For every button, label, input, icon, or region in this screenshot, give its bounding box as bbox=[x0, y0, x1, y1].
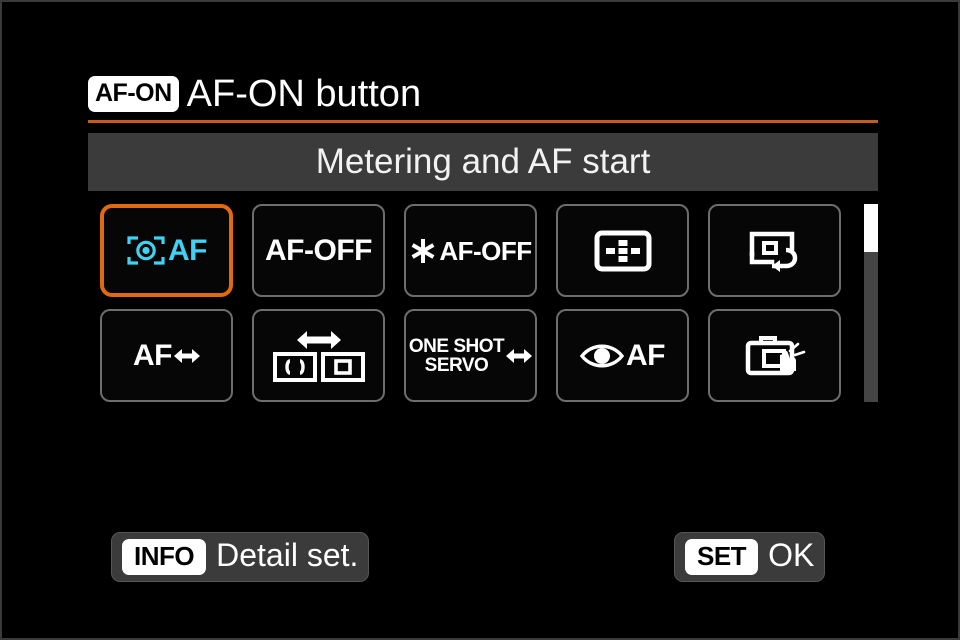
option-tile-af-off[interactable]: AF-OFF bbox=[252, 204, 385, 297]
camera-menu-screen: AF-ON AF-ON button Metering and AF start bbox=[0, 0, 960, 640]
function-option-grid: AF AF-OFF AF-OFF AF ONE SHOT SERVO AF bbox=[100, 204, 844, 402]
left-right-arrow-icon bbox=[506, 347, 533, 365]
page-header: AF-ON AF-ON button bbox=[88, 66, 878, 122]
metering-af-icon bbox=[126, 234, 166, 267]
option-tile-one-shot-servo-switching[interactable]: ONE SHOT SERVO bbox=[404, 309, 537, 402]
option-tile-touch-and-drag-af[interactable] bbox=[708, 309, 841, 402]
info-key-badge-icon: INFO bbox=[122, 539, 207, 575]
af-point-selection-icon bbox=[594, 230, 652, 272]
option-tile-af-area-switching[interactable] bbox=[252, 309, 385, 402]
option-tile-metering-and-af-start[interactable]: AF bbox=[100, 204, 233, 297]
option-tile-label: AF bbox=[133, 338, 173, 372]
option-tile-label: AF-OFF bbox=[265, 233, 372, 267]
detail-set-button[interactable]: INFO Detail set. bbox=[111, 532, 370, 582]
option-tile-direct-af-method-selection[interactable]: AF bbox=[100, 309, 233, 402]
registered-af-point-icon bbox=[746, 228, 804, 274]
option-tile-label: AF bbox=[168, 233, 208, 267]
set-ok-button[interactable]: SET OK bbox=[674, 532, 826, 582]
page-title: AF-ON button bbox=[186, 72, 422, 115]
selected-function-label: Metering and AF start bbox=[315, 142, 651, 181]
af-area-switch-icon bbox=[271, 328, 367, 384]
option-tile-af-point-selection[interactable] bbox=[556, 204, 689, 297]
options-scrollbar[interactable] bbox=[864, 204, 878, 402]
ae-lock-asterisk-icon bbox=[409, 236, 437, 266]
set-ok-label: OK bbox=[768, 537, 815, 573]
af-on-key-badge-icon: AF-ON bbox=[88, 76, 179, 112]
option-tile-label-line1: ONE SHOT bbox=[408, 335, 505, 357]
eye-af-icon bbox=[580, 341, 624, 371]
set-key-badge-icon: SET bbox=[685, 539, 759, 575]
option-tile-eye-detection-af[interactable]: AF bbox=[556, 309, 689, 402]
option-tile-label-line2: SERVO bbox=[424, 354, 489, 376]
camera-hand-icon bbox=[744, 331, 806, 381]
scrollbar-thumb[interactable] bbox=[864, 204, 878, 252]
left-right-arrow-icon bbox=[174, 347, 200, 365]
header-divider bbox=[88, 120, 878, 123]
option-tile-label: AF-OFF bbox=[439, 235, 532, 266]
option-tile-registered-af-point[interactable] bbox=[708, 204, 841, 297]
option-tile-label: AF bbox=[626, 338, 666, 372]
selected-function-bar: Metering and AF start bbox=[88, 133, 878, 191]
one-shot-servo-label-group: ONE SHOT SERVO bbox=[408, 335, 505, 376]
detail-set-label: Detail set. bbox=[216, 537, 359, 573]
option-tile-ae-lock-af-off[interactable]: AF-OFF bbox=[404, 204, 537, 297]
